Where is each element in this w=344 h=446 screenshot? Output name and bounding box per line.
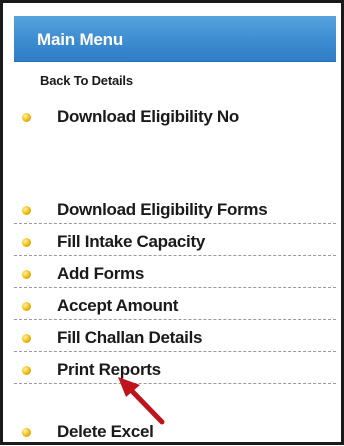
bullet-icon [22,238,31,247]
bullet-icon [22,113,31,122]
menu-item-fill-intake-capacity[interactable]: Fill Intake Capacity [14,228,336,256]
menu-item-label: Download Eligibility Forms [57,200,268,219]
bullet-icon [22,428,31,437]
menu-item-label: Delete Excel [57,422,154,441]
menu-header: Main Menu [14,16,336,62]
menu-item-label: Download Eligibility No [57,107,239,126]
bullet-icon [22,270,31,279]
menu-item-fill-challan-details[interactable]: Fill Challan Details [14,324,336,352]
menu-item-label: Add Forms [57,264,145,283]
menu-item-label: Fill Challan Details [57,328,203,347]
menu-item-label: Print Reports [57,360,161,379]
back-to-details-link[interactable]: Back To Details [40,73,133,88]
menu-item-add-forms[interactable]: Add Forms [14,260,336,288]
menu-item-accept-amount[interactable]: Accept Amount [14,292,336,320]
bullet-icon [22,366,31,375]
menu-item-download-eligibility-no[interactable]: Download Eligibility No [14,103,336,131]
menu-item-download-eligibility-forms[interactable]: Download Eligibility Forms [14,196,336,224]
bullet-icon [22,302,31,311]
menu-panel: Main Menu Back To Details Download Eligi… [0,0,344,445]
menu-item-label: Accept Amount [57,296,179,315]
menu-item-label: Fill Intake Capacity [57,232,205,251]
bullet-icon [22,334,31,343]
menu-item-print-reports[interactable]: Print Reports [14,356,336,384]
bullet-icon [22,206,31,215]
menu-title: Main Menu [37,30,124,49]
menu-item-delete-excel[interactable]: Delete Excel [14,418,336,446]
